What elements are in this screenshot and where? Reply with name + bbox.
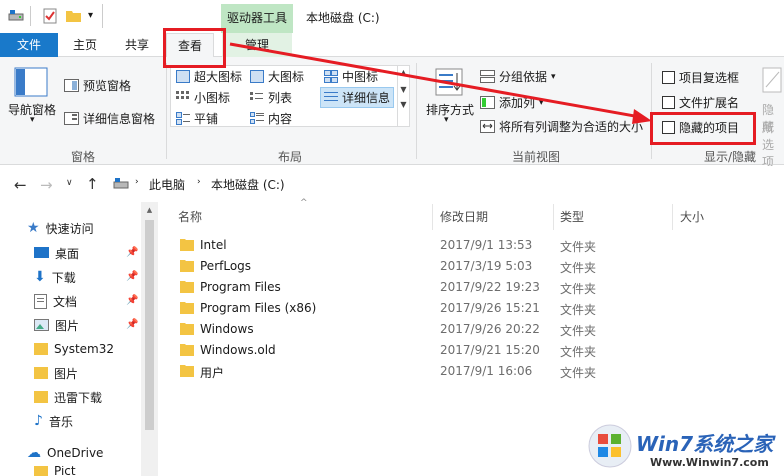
file-date: 2017/3/19 5:03 — [440, 259, 533, 273]
navigation-bar: ← → ∨ ↑ › 此电脑 › 本地磁盘 (C:) — [0, 166, 784, 202]
file-type: 文件夹 — [560, 261, 597, 275]
document-icon — [34, 293, 47, 309]
column-separator[interactable] — [672, 204, 673, 230]
column-header-type[interactable]: 类型 — [560, 208, 584, 225]
file-type: 文件夹 — [560, 240, 597, 254]
table-row[interactable]: Program Files (x86) 2017/9/26 15:21 文件夹 — [180, 298, 770, 319]
address-box[interactable]: › 此电脑 › 本地磁盘 (C:) — [109, 171, 784, 197]
file-name: PerfLogs — [200, 259, 252, 273]
nav-pane-scrollbar[interactable]: ▲ — [141, 202, 158, 476]
pictures-icon — [34, 319, 49, 331]
column-separator[interactable] — [553, 204, 554, 230]
file-name: Program Files — [200, 280, 281, 294]
file-type: 文件夹 — [560, 345, 597, 359]
sort-ascending-icon: ^ — [300, 198, 308, 208]
nav-system32[interactable]: System32 — [34, 338, 114, 360]
nav-downloads[interactable]: ⬇ 下载 — [34, 266, 76, 288]
folder-icon — [180, 344, 194, 356]
nav-desktop[interactable]: 桌面 — [34, 242, 79, 264]
nav-music[interactable]: ♪ 音乐 — [34, 410, 73, 432]
table-row[interactable]: PerfLogs 2017/3/19 5:03 文件夹 — [180, 256, 770, 277]
folder-icon — [34, 391, 48, 403]
column-header-name[interactable]: 名称 — [178, 208, 202, 225]
pin-icon[interactable]: 📌 — [126, 247, 138, 258]
forward-arrow-icon[interactable]: → — [40, 176, 53, 194]
music-icon: ♪ — [34, 413, 43, 429]
breadcrumb-this-pc[interactable]: 此电脑 — [149, 176, 185, 193]
table-row[interactable]: 用户 2017/9/1 16:06 文件夹 — [180, 361, 770, 382]
recent-locations-dropdown-icon[interactable]: ∨ — [66, 178, 73, 188]
nav-documents[interactable]: 文档 — [34, 290, 77, 312]
breadcrumb-local-disk[interactable]: 本地磁盘 (C:) — [211, 176, 285, 193]
desktop-icon — [34, 247, 49, 259]
file-date: 2017/9/1 13:53 — [440, 238, 533, 252]
file-date: 2017/9/22 19:23 — [440, 280, 540, 294]
pin-icon[interactable]: 📌 — [126, 271, 138, 282]
up-arrow-icon[interactable]: ↑ — [86, 175, 99, 193]
folder-icon — [180, 302, 194, 314]
file-name: Windows.old — [200, 343, 276, 357]
nav-quick-access[interactable]: ★ 快速访问 — [27, 217, 94, 239]
nav-partial-item[interactable]: Pict — [34, 466, 76, 476]
folder-icon — [34, 466, 48, 476]
folder-icon — [180, 260, 194, 272]
breadcrumb-separator-icon[interactable]: › — [197, 177, 201, 187]
file-type: 文件夹 — [560, 303, 597, 317]
file-name: Program Files (x86) — [200, 301, 317, 315]
breadcrumb-separator-icon[interactable]: › — [135, 177, 139, 187]
nav-pictures-folder[interactable]: 图片 — [34, 362, 78, 384]
scroll-up-icon[interactable]: ▲ — [141, 206, 158, 214]
table-row[interactable]: Intel 2017/9/1 13:53 文件夹 — [180, 235, 770, 256]
table-row[interactable]: Windows 2017/9/26 20:22 文件夹 — [180, 319, 770, 340]
file-type: 文件夹 — [560, 366, 597, 380]
cloud-icon: ☁ — [27, 445, 41, 461]
folder-icon — [180, 323, 194, 335]
folder-icon — [180, 365, 194, 377]
download-icon: ⬇ — [34, 269, 46, 285]
file-type: 文件夹 — [560, 282, 597, 296]
file-date: 2017/9/26 15:21 — [440, 301, 540, 315]
column-separator[interactable] — [432, 204, 433, 230]
nav-onedrive[interactable]: ☁ OneDrive — [27, 442, 103, 464]
navigation-pane: ★ 快速访问 桌面 📌 ⬇ 下载 📌 文档 📌 图片 📌 System32 图片… — [0, 202, 158, 476]
folder-icon — [34, 367, 48, 379]
file-name: Windows — [200, 322, 254, 336]
pin-icon[interactable]: 📌 — [126, 295, 138, 306]
folder-icon — [34, 343, 48, 355]
file-date: 2017/9/1 16:06 — [440, 364, 533, 378]
scrollbar-thumb[interactable] — [145, 220, 154, 430]
nav-xunlei-downloads[interactable]: 迅雷下载 — [34, 386, 102, 408]
column-header-size[interactable]: 大小 — [680, 208, 704, 225]
column-header-modified[interactable]: 修改日期 — [440, 208, 488, 225]
file-date: 2017/9/26 20:22 — [440, 322, 540, 336]
windows-logo-icon — [588, 424, 632, 468]
star-icon: ★ — [27, 220, 40, 236]
back-arrow-icon[interactable]: ← — [14, 176, 27, 194]
file-name: Intel — [200, 238, 227, 252]
table-row[interactable]: Windows.old 2017/9/21 15:20 文件夹 — [180, 340, 770, 361]
file-name: 用户 — [200, 366, 225, 380]
watermark-url: Www.Winwin7.com — [650, 456, 769, 469]
watermark-brand: Win7系统之家 — [636, 432, 774, 456]
folder-icon — [180, 239, 194, 251]
folder-icon — [180, 281, 194, 293]
table-row[interactable]: Program Files 2017/9/22 19:23 文件夹 — [180, 277, 770, 298]
nav-pictures[interactable]: 图片 — [34, 314, 79, 336]
file-date: 2017/9/21 15:20 — [440, 343, 540, 357]
pin-icon[interactable]: 📌 — [126, 319, 138, 330]
pc-icon — [113, 177, 129, 191]
file-type: 文件夹 — [560, 324, 597, 338]
